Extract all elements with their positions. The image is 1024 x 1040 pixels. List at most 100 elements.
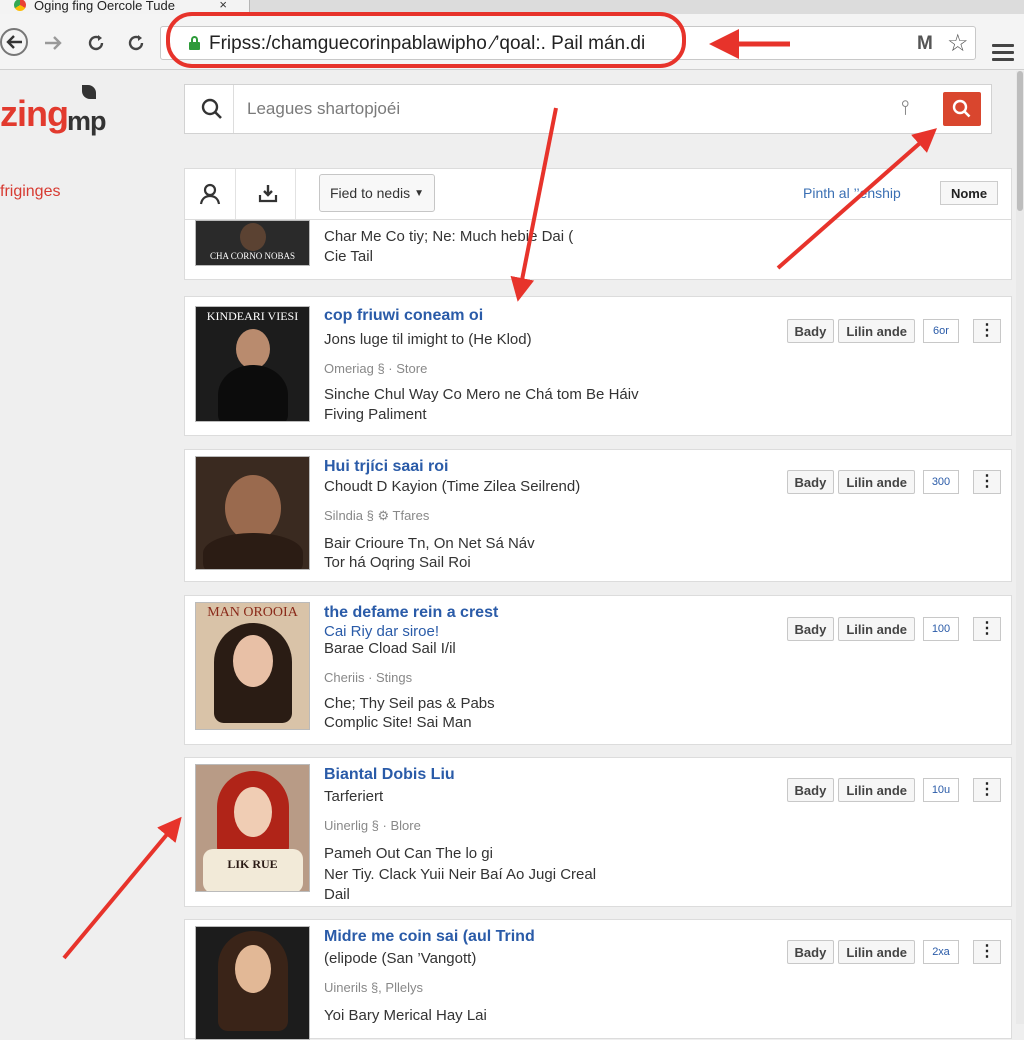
- filter-bar: Fied to nedis ▼ Pinth al ’’enship Nome: [184, 168, 1012, 220]
- item-title[interactable]: Hui trjíci saai roi: [324, 458, 448, 476]
- item-title[interactable]: Midre me coin sai (aul Trind: [324, 928, 535, 946]
- list-item[interactable]: Hui trjíci saai roi Choudt D Kayion (Tim…: [184, 449, 1012, 582]
- thumbnail-caption: MAN OROOIA: [207, 605, 298, 620]
- body-button[interactable]: Bady: [786, 470, 835, 494]
- sidebar-item-fringes[interactable]: friginɡes: [0, 183, 60, 201]
- thumbnail-caption: CHA CORNO NOBAS: [209, 251, 296, 261]
- item-actions: Bady Lilin ande 2ха ⋮: [786, 940, 1001, 964]
- logo-sub-text: mp: [66, 106, 106, 136]
- item-subtitle: Jons luge til imight to (He Klod): [324, 331, 532, 348]
- item-desc-3: Dail: [324, 886, 350, 903]
- bookmark-star-icon[interactable]: ☆: [947, 29, 969, 58]
- item-desc-1: Che; Thy Seil pas & Pabs: [324, 695, 495, 712]
- item-meta: Silndia § ⚙ Tfares: [324, 508, 430, 523]
- list-item[interactable]: Midre me coin sai (aul Trind (elipode (S…: [184, 919, 1012, 1040]
- more-options-icon[interactable]: ⋮: [973, 617, 1001, 641]
- search-button[interactable]: [943, 92, 981, 126]
- count-badge: 300: [923, 470, 959, 494]
- chrome-favicon-icon: [14, 0, 26, 11]
- thumbnail-image: LIK RUE: [195, 764, 310, 892]
- extension-icon[interactable]: M: [917, 33, 933, 55]
- item-subtitle: Tarferiert: [324, 788, 384, 805]
- scrollbar-thumb[interactable]: [1017, 71, 1023, 211]
- logo-main-text: zing: [0, 93, 69, 134]
- item-meta: Cheriis · Stings: [324, 670, 413, 685]
- count-badge: 6or: [923, 319, 959, 343]
- list-item[interactable]: KINDEARI VIESI cop friuwi coneam oi Jons…: [184, 296, 1012, 436]
- listen-button[interactable]: Lilin ande: [838, 940, 915, 964]
- dropdown-label: Fied to nedis: [329, 185, 411, 201]
- item-desc-2: Tor há Oqring Sail Roi: [324, 554, 471, 571]
- filter-dropdown[interactable]: Fied to nedis ▼: [319, 174, 435, 212]
- item-desc-2: Fiving Paliment: [324, 406, 427, 423]
- item-meta: Uinerlig § · Blore: [324, 818, 421, 833]
- thumbnail-image: MAN OROOIA: [195, 602, 310, 730]
- reload-button[interactable]: [82, 29, 110, 57]
- thumbnail-caption: KINDEARI VIESI: [206, 309, 299, 323]
- body-button[interactable]: Bady: [786, 940, 835, 964]
- item-desc-1: Bair Crioure Tn, On Net Sá Náv: [324, 535, 535, 552]
- chevron-down-icon: ▼: [414, 187, 425, 199]
- body-button[interactable]: Bady: [786, 617, 835, 641]
- search-input[interactable]: [233, 85, 833, 133]
- back-button[interactable]: [0, 28, 28, 56]
- filter-link[interactable]: Pinth al ’’enship: [803, 185, 901, 201]
- site-logo[interactable]: zingmp: [0, 93, 106, 136]
- item-meta: Uinerils §, Pllelys: [324, 980, 423, 995]
- name-sort-button[interactable]: Nome: [940, 181, 998, 205]
- reload-button-2[interactable]: [122, 29, 150, 57]
- listen-button[interactable]: Lilin ande: [838, 778, 915, 802]
- url-highlight-annotation: [166, 12, 686, 68]
- page-content: zingmp friginɡes ⫯ Fied to nedis ▼ Pinth…: [0, 71, 1024, 1040]
- scrollbar[interactable]: [1016, 71, 1024, 1024]
- item-desc-1: Sinche Chul Way Co Mero ne Chá tom Be Há…: [324, 386, 639, 403]
- search-button-icon: [952, 99, 971, 118]
- count-badge: 100: [923, 617, 959, 641]
- back-arrow-icon: [6, 35, 22, 49]
- item-desc-1: Pameh Out Can The lo gi: [324, 845, 493, 862]
- listen-button[interactable]: Lilin ande: [838, 319, 915, 343]
- item-subtitle: Cai Riy dar siroe!: [324, 623, 440, 640]
- thumbnail-image: [195, 926, 310, 1040]
- item-subtitle: Choudt D Kayion (Time Zilea Seilrend): [324, 478, 581, 495]
- thumbnail-image: CHA CORNO NOBAS: [195, 220, 310, 266]
- list-item[interactable]: CHA CORNO NOBAS Char Me Co tiy; Ne: Much…: [184, 220, 1012, 280]
- count-badge: 10u: [923, 778, 959, 802]
- item-title[interactable]: the defame rein a crest: [324, 604, 498, 622]
- tab-close-icon[interactable]: ×: [219, 0, 227, 12]
- body-button[interactable]: Bady: [786, 778, 835, 802]
- search-icon: [201, 98, 222, 119]
- item-actions: Bady Lilin ande 300 ⋮: [786, 470, 1001, 494]
- logo-leaf-icon: [82, 85, 96, 99]
- item-subtitle-2: Barae Cload Sail I/il: [324, 640, 456, 657]
- more-options-icon[interactable]: ⋮: [973, 778, 1001, 802]
- forward-arrow-icon: [45, 36, 62, 50]
- divider: [235, 169, 236, 219]
- item-meta: Omeriag § · Store: [324, 361, 428, 376]
- item-desc-2: Ner Tiy. Clack Yuii Neir Baí Ao Jugi Cre…: [324, 866, 597, 883]
- item-actions: Bady Lilin ande 100 ⋮: [786, 617, 1001, 641]
- search-box: ⫯: [184, 84, 992, 134]
- download-icon[interactable]: [255, 181, 281, 207]
- count-badge: 2ха: [923, 940, 959, 964]
- user-icon[interactable]: [197, 181, 223, 207]
- item-desc-1: Yoi Bary Merical Hay Lai: [324, 1007, 487, 1024]
- list-item[interactable]: LIK RUE Biantal Dobis Liu Tarferiert Uin…: [184, 757, 1012, 907]
- item-title[interactable]: cop friuwi coneam oi: [324, 307, 483, 325]
- listen-button[interactable]: Lilin ande: [838, 470, 915, 494]
- thumbnail-image: [195, 456, 310, 570]
- body-button[interactable]: Bady: [786, 319, 835, 343]
- listen-button[interactable]: Lilin ande: [838, 617, 915, 641]
- browser-menu-icon[interactable]: [992, 44, 1014, 62]
- more-options-icon[interactable]: ⋮: [973, 940, 1001, 964]
- thumbnail-image: KINDEARI VIESI: [195, 306, 310, 422]
- more-options-icon[interactable]: ⋮: [973, 470, 1001, 494]
- tab-title: Oging fing Oercole Tude: [34, 0, 175, 13]
- item-subtitle: (elipode (San ’Vangott): [324, 950, 477, 967]
- item-title[interactable]: Biantal Dobis Liu: [324, 766, 455, 784]
- forward-button[interactable]: [40, 29, 68, 57]
- more-options-icon[interactable]: ⋮: [973, 319, 1001, 343]
- item-actions: Bady Lilin ande 6or ⋮: [786, 319, 1001, 343]
- list-item[interactable]: MAN OROOIA the defame rein a crest Cai R…: [184, 595, 1012, 745]
- voice-search-icon[interactable]: ⫯: [901, 97, 910, 120]
